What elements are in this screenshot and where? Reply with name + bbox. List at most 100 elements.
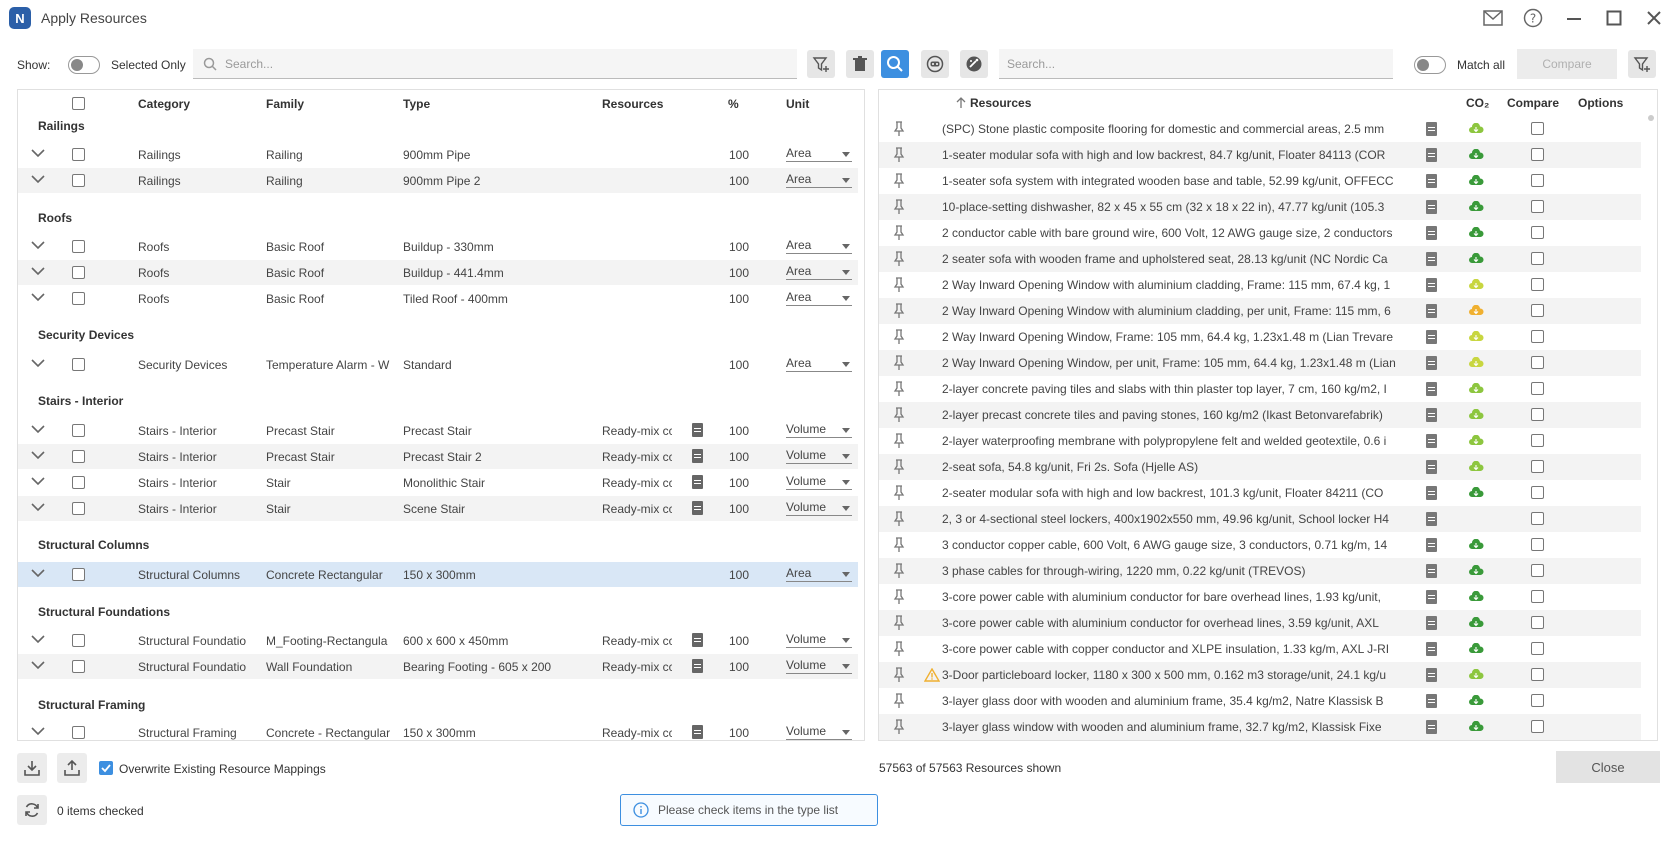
document-icon[interactable] — [1426, 226, 1437, 240]
compare-checkbox[interactable] — [1531, 252, 1544, 265]
row-checkbox[interactable] — [72, 502, 85, 515]
search-button[interactable] — [881, 50, 909, 78]
maximize-icon[interactable] — [1601, 6, 1627, 30]
unit-select[interactable]: Area — [786, 146, 852, 162]
chevron-down-icon[interactable] — [30, 658, 46, 672]
document-icon[interactable] — [692, 725, 703, 739]
export-button[interactable] — [57, 753, 87, 783]
pin-icon[interactable] — [893, 563, 905, 579]
compare-button[interactable]: Compare — [1517, 49, 1617, 79]
ai-match-button[interactable] — [960, 50, 988, 78]
document-icon[interactable] — [1426, 356, 1437, 370]
row-percent[interactable]: 100 — [729, 358, 749, 372]
unit-select[interactable]: Area — [786, 172, 852, 188]
row-percent[interactable]: 100 — [729, 726, 749, 740]
table-row[interactable]: Stairs - Interior Precast Stair Precast St… — [18, 444, 858, 469]
row-checkbox[interactable] — [72, 450, 85, 463]
table-row[interactable]: Structural Framing Concrete - Rectangular… — [18, 720, 858, 740]
document-icon[interactable] — [1426, 616, 1437, 630]
refresh-button[interactable] — [17, 795, 47, 825]
document-icon[interactable] — [1426, 642, 1437, 656]
help-icon[interactable]: ? — [1520, 6, 1546, 30]
header-unit[interactable]: Unit — [786, 90, 809, 117]
row-checkbox[interactable] — [72, 148, 85, 161]
row-checkbox[interactable] — [72, 292, 85, 305]
row-percent[interactable]: 100 — [729, 450, 749, 464]
document-icon[interactable] — [1426, 200, 1437, 214]
unit-select[interactable]: Volume — [786, 658, 852, 674]
row-percent[interactable]: 100 — [729, 266, 749, 280]
compare-checkbox[interactable] — [1531, 226, 1544, 239]
row-checkbox[interactable] — [72, 174, 85, 187]
unit-select[interactable]: Area — [786, 264, 852, 280]
table-row[interactable]: Railings Railing 900mm Pipe 100 Area — [18, 142, 858, 167]
document-icon[interactable] — [1426, 148, 1437, 162]
header-resources[interactable]: Resources — [602, 90, 663, 117]
document-icon[interactable] — [1426, 174, 1437, 188]
chevron-down-icon[interactable] — [30, 474, 46, 488]
table-row[interactable]: Structural Foundatio Wall Foundation Beari… — [18, 654, 858, 679]
row-checkbox[interactable] — [72, 634, 85, 647]
resource-row[interactable]: 2 Way Inward Opening Window, per unit, F… — [879, 350, 1641, 376]
resource-row[interactable]: 2 Way Inward Opening Window with alumini… — [879, 298, 1641, 324]
pin-icon[interactable] — [893, 537, 905, 553]
pin-icon[interactable] — [893, 589, 905, 605]
table-row[interactable]: Stairs - Interior Precast Stair Precast St… — [18, 418, 858, 443]
document-icon[interactable] — [692, 475, 703, 489]
compare-checkbox[interactable] — [1531, 330, 1544, 343]
unit-select[interactable]: Area — [786, 290, 852, 306]
document-icon[interactable] — [1426, 434, 1437, 448]
resource-row[interactable]: 2 seater sofa with wooden frame and upho… — [879, 246, 1641, 272]
table-row[interactable]: Roofs Basic Roof Buildup - 441.4mm 100 Area — [18, 260, 858, 285]
chevron-down-icon[interactable] — [30, 264, 46, 278]
row-percent[interactable]: 100 — [729, 240, 749, 254]
document-icon[interactable] — [1426, 304, 1437, 318]
sort-up-icon[interactable] — [956, 97, 966, 109]
right-filter-button[interactable] — [1628, 50, 1656, 78]
unit-select[interactable]: Volume — [786, 448, 852, 464]
resource-row[interactable]: 2 Way Inward Opening Window with alumini… — [879, 272, 1641, 298]
pin-icon[interactable] — [893, 251, 905, 267]
compare-checkbox[interactable] — [1531, 434, 1544, 447]
header-compare[interactable]: Compare — [1507, 90, 1559, 116]
compare-checkbox[interactable] — [1531, 486, 1544, 499]
document-icon[interactable] — [1426, 720, 1437, 734]
row-percent[interactable]: 100 — [729, 476, 749, 490]
document-icon[interactable] — [1426, 486, 1437, 500]
resource-row[interactable]: 3-layer glass door with wooden and alumi… — [879, 688, 1641, 714]
resource-row[interactable]: 3 phase cables for through-wiring, 1220 … — [879, 558, 1641, 584]
pin-icon[interactable] — [893, 667, 905, 683]
table-row[interactable]: Roofs Basic Roof Tiled Roof - 400mm 100 Area — [18, 286, 858, 311]
row-checkbox[interactable] — [72, 358, 85, 371]
mail-icon[interactable] — [1480, 6, 1506, 30]
pin-icon[interactable] — [893, 121, 905, 137]
resource-row[interactable]: 1-seater modular sofa with high and low … — [879, 142, 1641, 168]
chevron-down-icon[interactable] — [30, 238, 46, 252]
pin-icon[interactable] — [893, 277, 905, 293]
header-category[interactable]: Category — [138, 90, 190, 117]
row-checkbox[interactable] — [72, 240, 85, 253]
resource-row[interactable]: 10-place-setting dishwasher, 82 x 45 x 5… — [879, 194, 1641, 220]
compare-checkbox[interactable] — [1531, 642, 1544, 655]
table-row[interactable]: Structural Columns Concrete Rectangular 15… — [18, 562, 858, 587]
chevron-down-icon[interactable] — [30, 146, 46, 160]
row-percent[interactable]: 100 — [729, 148, 749, 162]
header-co2[interactable]: CO₂ — [1466, 90, 1489, 116]
pin-icon[interactable] — [893, 303, 905, 319]
chevron-down-icon[interactable] — [30, 724, 46, 738]
resource-row[interactable]: 3-core power cable with aluminium conduc… — [879, 610, 1641, 636]
chevron-down-icon[interactable] — [30, 448, 46, 462]
compare-checkbox[interactable] — [1531, 278, 1544, 291]
unit-select[interactable]: Volume — [786, 632, 852, 648]
document-icon[interactable] — [1426, 122, 1437, 136]
pin-icon[interactable] — [893, 199, 905, 215]
chevron-down-icon[interactable] — [30, 290, 46, 304]
compare-checkbox[interactable] — [1531, 538, 1544, 551]
document-icon[interactable] — [1426, 382, 1437, 396]
header-type[interactable]: Type — [403, 90, 430, 117]
resource-row[interactable]: 2, 3 or 4-sectional steel lockers, 400x1… — [879, 506, 1641, 532]
row-percent[interactable]: 100 — [729, 568, 749, 582]
pin-icon[interactable] — [893, 355, 905, 371]
compare-checkbox[interactable] — [1531, 148, 1544, 161]
pin-icon[interactable] — [893, 641, 905, 657]
